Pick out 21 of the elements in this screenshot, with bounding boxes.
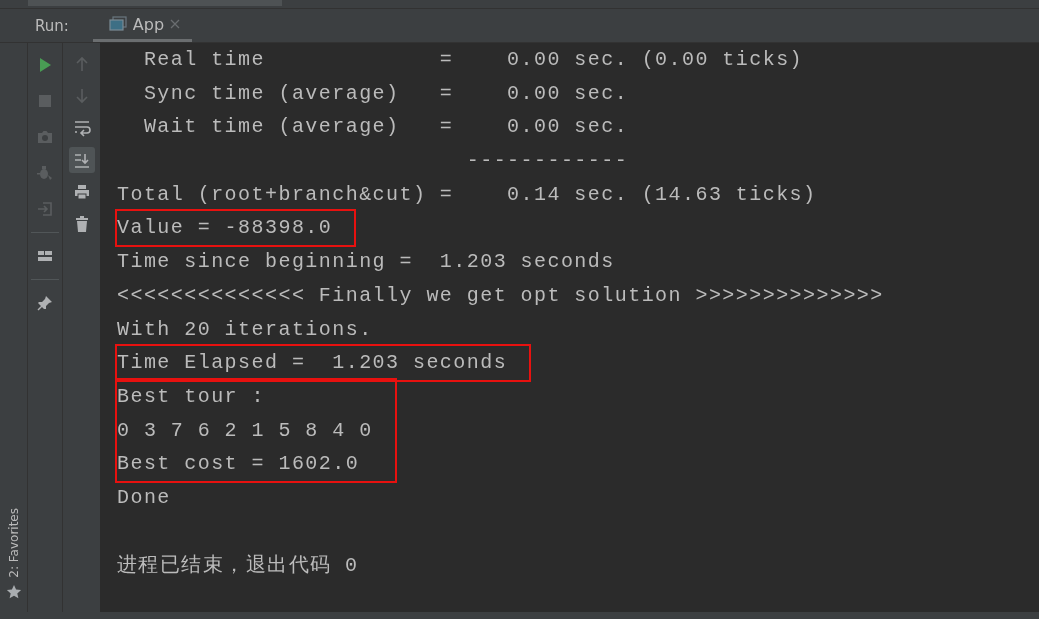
output-line: 0 3 7 6 2 1 5 8 4 0 — [117, 418, 373, 442]
output-line: Time Elapsed = 1.203 seconds — [117, 351, 508, 375]
output-line: With 20 iterations. — [117, 317, 373, 341]
output-line: Real time = 0.00 sec. (0.00 ticks) — [142, 48, 804, 71]
output-line: Done — [117, 485, 171, 509]
output-line: Time since beginning = 1.203 seconds — [117, 250, 615, 274]
output-line: <<<<<<<<<<<<<< Finally we get opt solution >>>>>>>>>>>>>> — [117, 283, 884, 307]
output-line: Sync time (average) = 0.00 sec. — [142, 81, 629, 105]
output-line: ------------ — [465, 149, 629, 173]
output-line: Total (root+branch&cut) = 0.14 sec. (14.63 ticks) — [117, 182, 817, 206]
scroll-end-icon[interactable] — [68, 147, 95, 173]
star-icon — [5, 584, 22, 600]
output-line: Best cost = 1602.0 — [117, 452, 360, 476]
output-line: Value = -88398.0 — [117, 216, 333, 240]
close-icon[interactable] — [170, 19, 181, 29]
output-line: Wait time (average) = 0.00 sec. — [142, 115, 629, 139]
favorites-tab[interactable]: 2: Favorites — [6, 508, 21, 578]
run-label: Run: — [35, 16, 69, 35]
window-icon — [108, 16, 127, 32]
output-line: 进程已结束，退出代码 0 — [117, 553, 359, 577]
output-line: Best tour : — [117, 384, 265, 408]
